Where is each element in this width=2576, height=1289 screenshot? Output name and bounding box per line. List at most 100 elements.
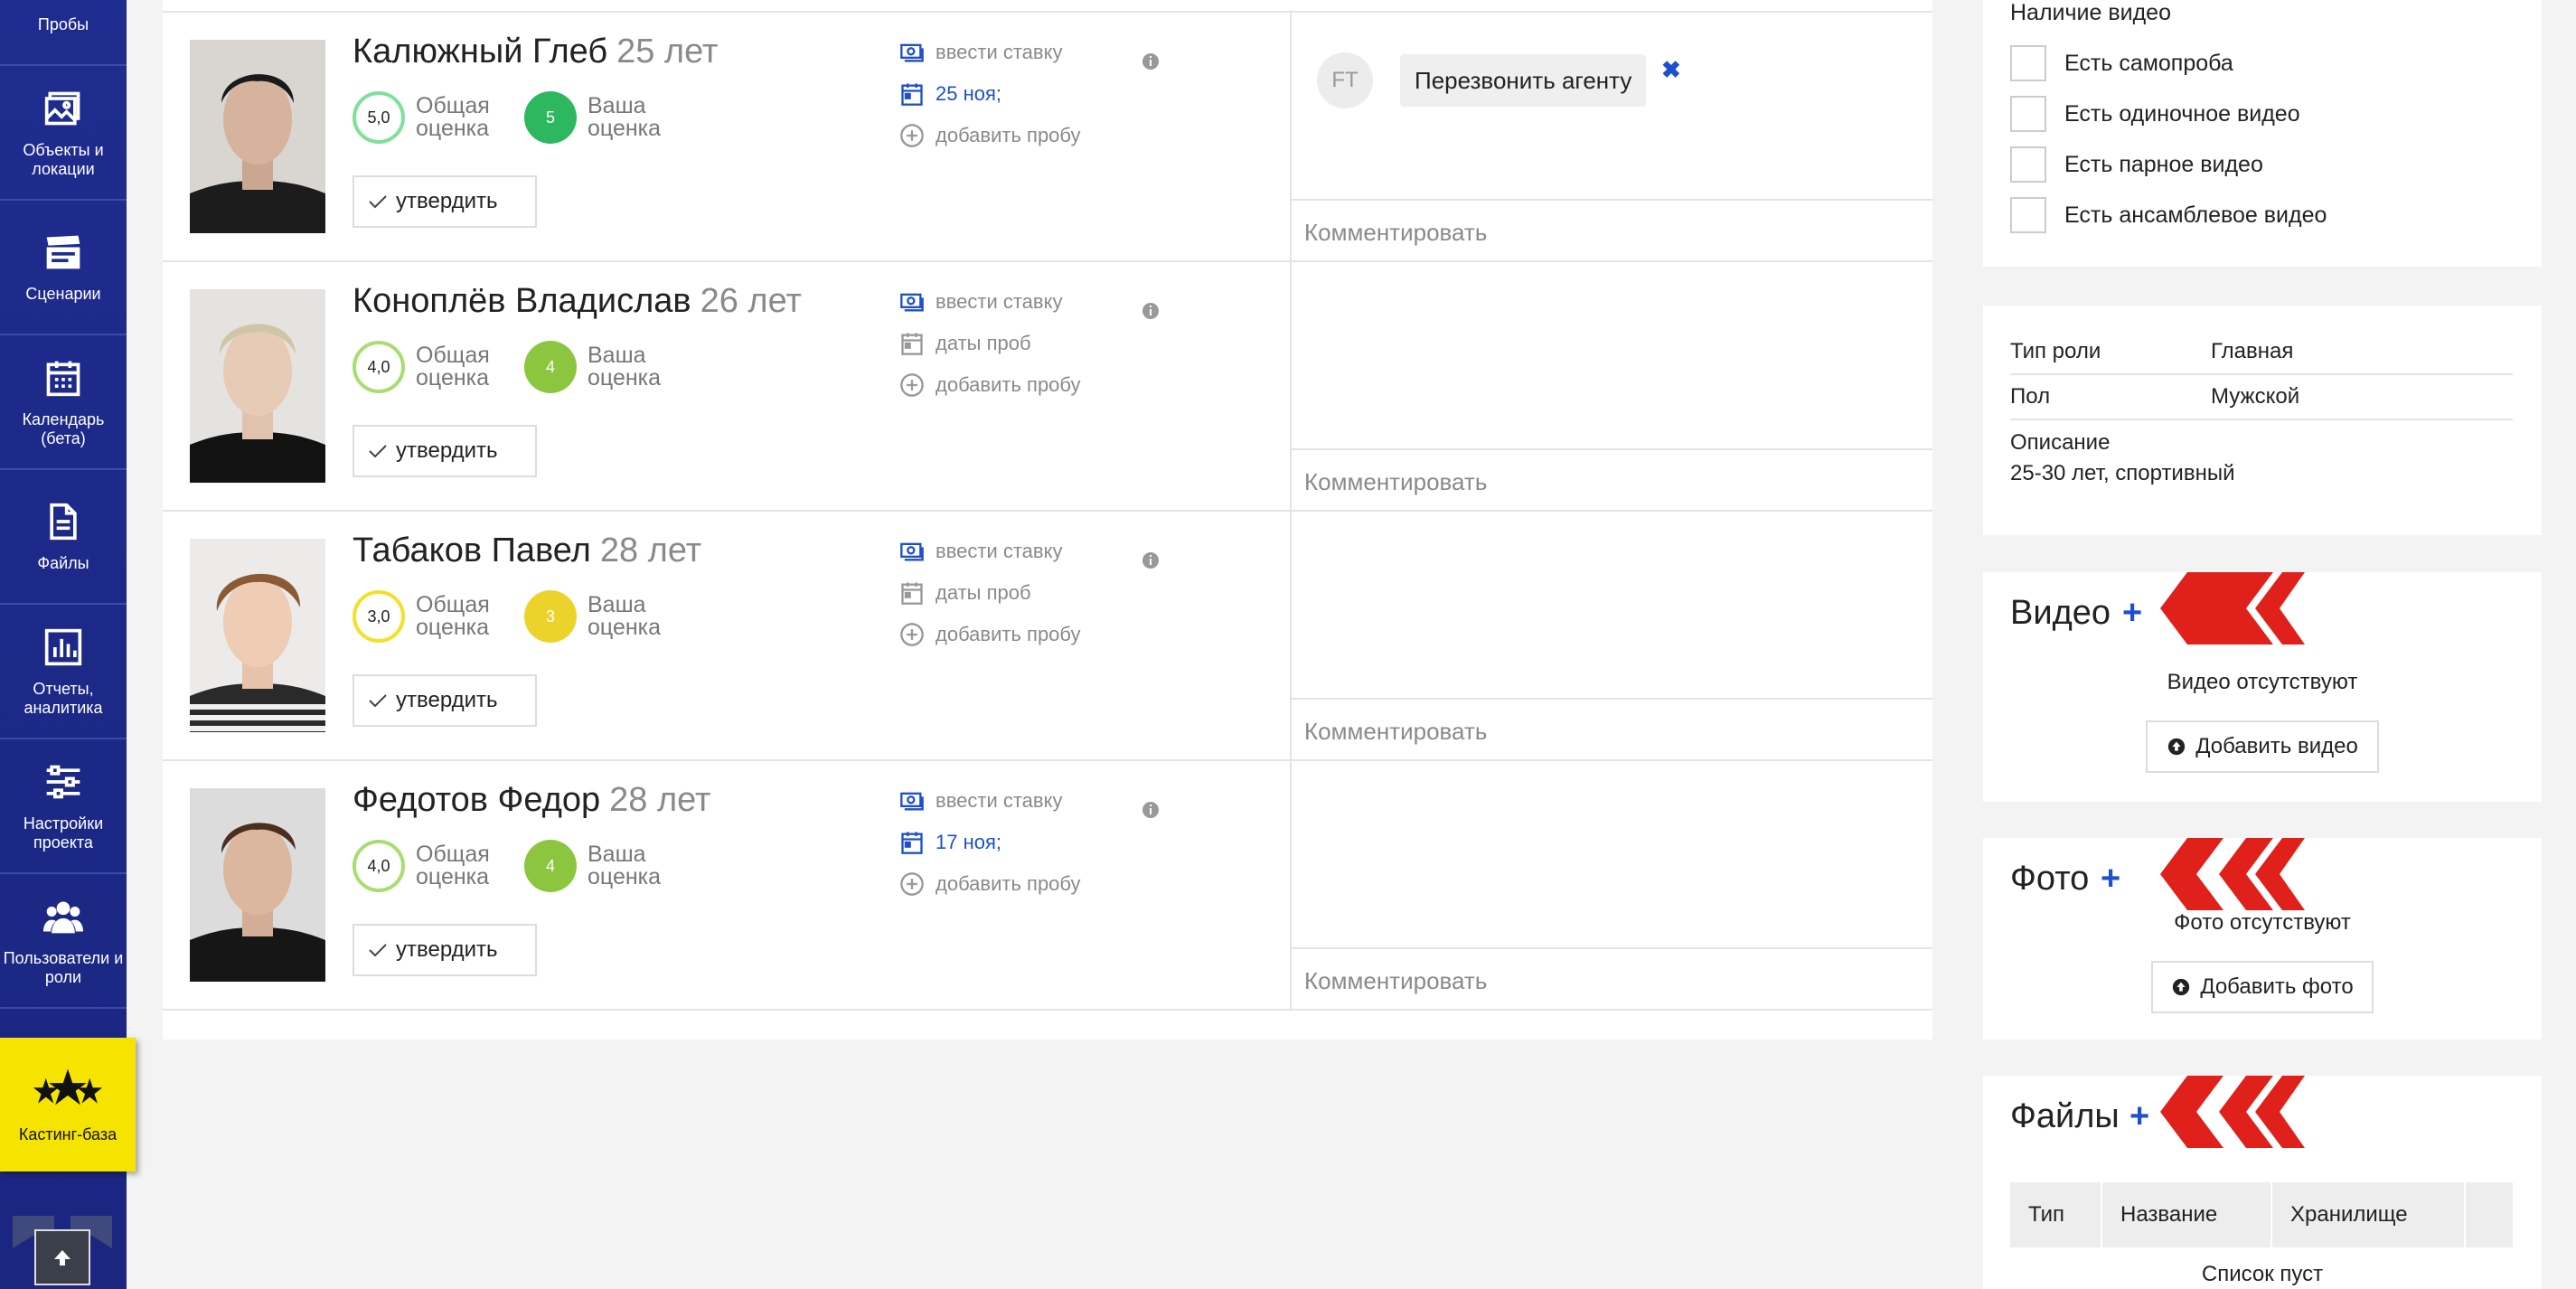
- approve-button[interactable]: утвердить: [353, 425, 537, 477]
- column-header-type[interactable]: Тип: [2010, 1182, 2102, 1247]
- sidebar: Пробы Объекты и локации Сценарии Календа…: [0, 0, 136, 1289]
- add-photo-button[interactable]: Добавить фото: [2151, 961, 2374, 1013]
- enter-rate-link[interactable]: ввести ставку: [899, 788, 1062, 814]
- comment-input[interactable]: Комментировать: [1292, 199, 1932, 262]
- note-tag[interactable]: Перезвонить агенту: [1400, 54, 1647, 107]
- video-empty-message: Видео отсутствуют: [2167, 670, 2358, 694]
- overall-score-badge: 4,0: [353, 840, 405, 892]
- column-header-storage[interactable]: Хранилище: [2272, 1182, 2466, 1247]
- actor-name[interactable]: Коноплёв Владислав 26 лет: [353, 282, 802, 321]
- your-score-badge[interactable]: 4: [524, 341, 577, 393]
- filter-option[interactable]: Есть ансамблевое видео: [2010, 197, 2327, 233]
- add-video-plus[interactable]: +: [2122, 594, 2142, 633]
- probe-dates-link[interactable]: 17 ноя;: [899, 830, 1001, 855]
- add-probe-link[interactable]: добавить пробу: [899, 123, 1081, 148]
- bar-chart-icon: [44, 628, 82, 665]
- sidebar-item-label: Пробы: [37, 15, 89, 33]
- overall-score-label: Общая оценка: [416, 592, 490, 640]
- photo-card: Фото + Фото отсутствуют Добавить фото: [1983, 838, 2542, 1040]
- add-probe-link[interactable]: добавить пробу: [899, 622, 1081, 647]
- info-icon[interactable]: [1142, 801, 1160, 819]
- your-score-badge[interactable]: 5: [524, 91, 577, 144]
- add-photo-plus[interactable]: +: [2101, 860, 2120, 899]
- chevrons-icon: [2160, 572, 2305, 644]
- add-file-plus[interactable]: +: [2129, 1097, 2149, 1136]
- filter-option[interactable]: Есть самопроба: [2010, 45, 2233, 81]
- checkbox[interactable]: [2010, 146, 2046, 183]
- probe-dates-link[interactable]: 25 ноя;: [899, 81, 1001, 107]
- probe-dates-link[interactable]: даты проб: [899, 331, 1031, 356]
- info-icon[interactable]: [1142, 302, 1160, 320]
- overall-score-label: Общая оценка: [416, 842, 490, 889]
- calendar-icon: [901, 83, 923, 106]
- actor-name[interactable]: Федотов Федор 28 лет: [353, 781, 710, 820]
- actor-photo[interactable]: [190, 40, 325, 233]
- add-probe-link[interactable]: добавить пробу: [899, 871, 1081, 897]
- sidebar-item-label: Настройки проекта: [23, 814, 104, 851]
- sidebar-item-scripts[interactable]: Сценарии: [0, 202, 127, 335]
- your-rating[interactable]: 3 Ваша оценка: [524, 590, 678, 643]
- your-score-label: Ваша оценка: [588, 842, 662, 889]
- approve-button[interactable]: утвердить: [353, 674, 537, 727]
- comment-input[interactable]: Комментировать: [1292, 448, 1932, 512]
- checkbox[interactable]: [2010, 197, 2046, 233]
- your-score-badge[interactable]: 4: [524, 840, 577, 892]
- image-icon: [44, 91, 80, 125]
- checkbox[interactable]: [2010, 96, 2046, 132]
- actor-photo[interactable]: [190, 289, 325, 483]
- add-probe-link[interactable]: добавить пробу: [899, 372, 1081, 398]
- files-table-header: Тип Название Хранилище: [2010, 1182, 2513, 1247]
- filter-option[interactable]: Есть одиночное видео: [2010, 96, 2300, 132]
- enter-rate-link[interactable]: ввести ставку: [899, 539, 1062, 564]
- sidebar-item-calendar[interactable]: Календарь (бета): [0, 337, 127, 470]
- sidebar-item-settings[interactable]: Настройки проекта: [0, 741, 127, 874]
- scroll-to-top-button[interactable]: [34, 1229, 90, 1285]
- column-header-name[interactable]: Название: [2102, 1182, 2272, 1247]
- upload-icon: [2173, 978, 2190, 996]
- files-title: Файлы: [2010, 1097, 2120, 1135]
- video-camera-icon: [43, 0, 83, 3]
- comment-input[interactable]: Комментировать: [1292, 698, 1932, 761]
- check-icon: [369, 944, 387, 957]
- actor-name[interactable]: Калюжный Глеб 25 лет: [353, 33, 718, 71]
- checkbox[interactable]: [2010, 45, 2046, 81]
- enter-rate-link[interactable]: ввести ставку: [899, 289, 1062, 315]
- info-icon[interactable]: [1142, 551, 1160, 569]
- check-icon: [369, 694, 387, 708]
- approve-button[interactable]: утвердить: [353, 175, 537, 228]
- your-rating[interactable]: 4 Ваша оценка: [524, 840, 678, 892]
- clapperboard-icon: [46, 235, 80, 269]
- sidebar-item-reports[interactable]: Отчеты, аналитика: [0, 607, 127, 739]
- comment-input[interactable]: Комментировать: [1292, 947, 1932, 1011]
- sidebar-item-users[interactable]: Пользователи и роли: [0, 876, 127, 1009]
- overall-rating: 4,0 Общая оценка: [353, 341, 506, 393]
- sidebar-item-objects[interactable]: Объекты и локации: [0, 68, 127, 201]
- info-icon[interactable]: [1142, 52, 1160, 71]
- actor-photo[interactable]: [190, 539, 325, 732]
- sidebar-item-casting-base[interactable]: Кастинг-база: [0, 1038, 136, 1171]
- sidebar-item-label: Пользователи и роли: [3, 948, 124, 986]
- check-icon: [369, 195, 387, 209]
- sidebar-item-label: Сценарии: [25, 285, 101, 303]
- close-icon[interactable]: ✖: [1661, 56, 1681, 84]
- filter-option[interactable]: Есть парное видео: [2010, 146, 2263, 183]
- sidebar-item-files[interactable]: Файлы: [0, 472, 127, 605]
- sidebar-item-probes[interactable]: Пробы: [0, 0, 127, 66]
- money-icon: [900, 293, 924, 312]
- sidebar-item-label: Объекты и локации: [23, 140, 104, 178]
- your-rating[interactable]: 5 Ваша оценка: [524, 91, 678, 144]
- add-video-button[interactable]: Добавить видео: [2146, 720, 2379, 773]
- calendar-icon: [46, 361, 80, 396]
- overall-score-badge: 4,0: [353, 341, 405, 393]
- photo-empty-message: Фото отсутствуют: [2174, 910, 2351, 935]
- your-rating[interactable]: 4 Ваша оценка: [524, 341, 678, 393]
- probe-dates-link[interactable]: даты проб: [899, 580, 1031, 606]
- actor-row: Калюжный Глеб 25 лет 5,0 Общая оценка 5 В…: [163, 13, 1932, 262]
- approve-button[interactable]: утвердить: [353, 924, 537, 976]
- actor-photo[interactable]: [190, 788, 325, 982]
- actor-name[interactable]: Табаков Павел 28 лет: [353, 532, 701, 570]
- enter-rate-link[interactable]: ввести ставку: [899, 40, 1062, 65]
- photo-title: Фото: [2010, 860, 2090, 898]
- your-score-badge[interactable]: 3: [524, 590, 577, 643]
- upload-icon: [2168, 738, 2186, 756]
